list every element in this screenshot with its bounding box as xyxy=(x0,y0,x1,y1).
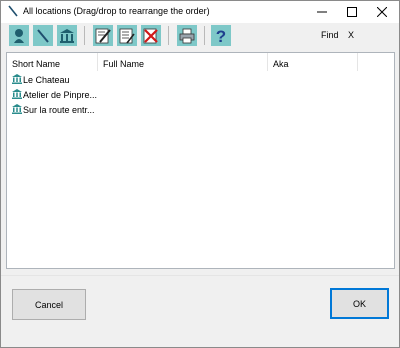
window-title: All locations (Drag/drop to rearrange th… xyxy=(23,6,210,16)
edit-pencil-button[interactable] xyxy=(93,25,113,46)
person-button[interactable] xyxy=(9,25,29,46)
locations-dialog: All locations (Drag/drop to rearrange th… xyxy=(0,0,400,348)
pen-button[interactable] xyxy=(33,25,53,46)
column-header-full-name[interactable]: Full Name xyxy=(98,53,268,71)
delete-icon xyxy=(143,28,158,43)
location-short-name: Sur la route entr... xyxy=(23,105,95,115)
find-clear-button[interactable]: X xyxy=(348,30,354,40)
list-header: Short Name Full Name Aka xyxy=(7,53,394,71)
find-label[interactable]: Find xyxy=(321,30,339,40)
print-icon xyxy=(179,28,195,43)
maximize-icon xyxy=(347,7,357,17)
location-short-name: Atelier de Pinpre... xyxy=(23,90,98,100)
toolbar-separator xyxy=(204,26,205,45)
close-button[interactable] xyxy=(367,1,397,23)
toolbar-separator xyxy=(84,26,85,45)
edit-pencil-icon xyxy=(95,28,111,43)
minimize-icon xyxy=(317,11,327,13)
maximize-button[interactable] xyxy=(337,1,367,23)
close-icon xyxy=(377,7,387,17)
edit-list-icon xyxy=(119,28,135,43)
ok-button[interactable]: OK xyxy=(330,288,389,319)
pen-icon xyxy=(37,28,49,43)
svg-text:?: ? xyxy=(216,27,226,45)
locations-list[interactable]: Short Name Full Name Aka Le Chateau Atel… xyxy=(6,52,395,269)
location-icon xyxy=(12,74,22,84)
column-header-short-name[interactable]: Short Name xyxy=(7,53,98,71)
building-icon xyxy=(60,28,74,43)
footer-divider xyxy=(1,275,399,276)
location-short-name: Le Chateau xyxy=(23,75,70,85)
building-button[interactable] xyxy=(57,25,77,46)
list-item[interactable]: Le Chateau xyxy=(7,72,394,87)
help-icon: ? xyxy=(216,27,226,45)
minimize-button[interactable] xyxy=(307,1,337,23)
cancel-button[interactable]: Cancel xyxy=(12,289,86,320)
person-icon xyxy=(14,28,24,43)
location-icon xyxy=(12,104,22,114)
toolbar-separator xyxy=(168,26,169,45)
list-item[interactable]: Sur la route entr... xyxy=(7,102,394,117)
title-bar[interactable]: All locations (Drag/drop to rearrange th… xyxy=(1,1,399,23)
pen-icon xyxy=(8,5,18,17)
toolbar: ? Find X xyxy=(5,23,397,49)
help-button[interactable]: ? xyxy=(211,25,231,46)
location-icon xyxy=(12,89,22,99)
column-header-aka[interactable]: Aka xyxy=(268,53,358,71)
list-item[interactable]: Atelier de Pinpre... xyxy=(7,87,394,102)
delete-button[interactable] xyxy=(141,25,161,46)
edit-list-button[interactable] xyxy=(117,25,137,46)
print-button[interactable] xyxy=(177,25,197,46)
